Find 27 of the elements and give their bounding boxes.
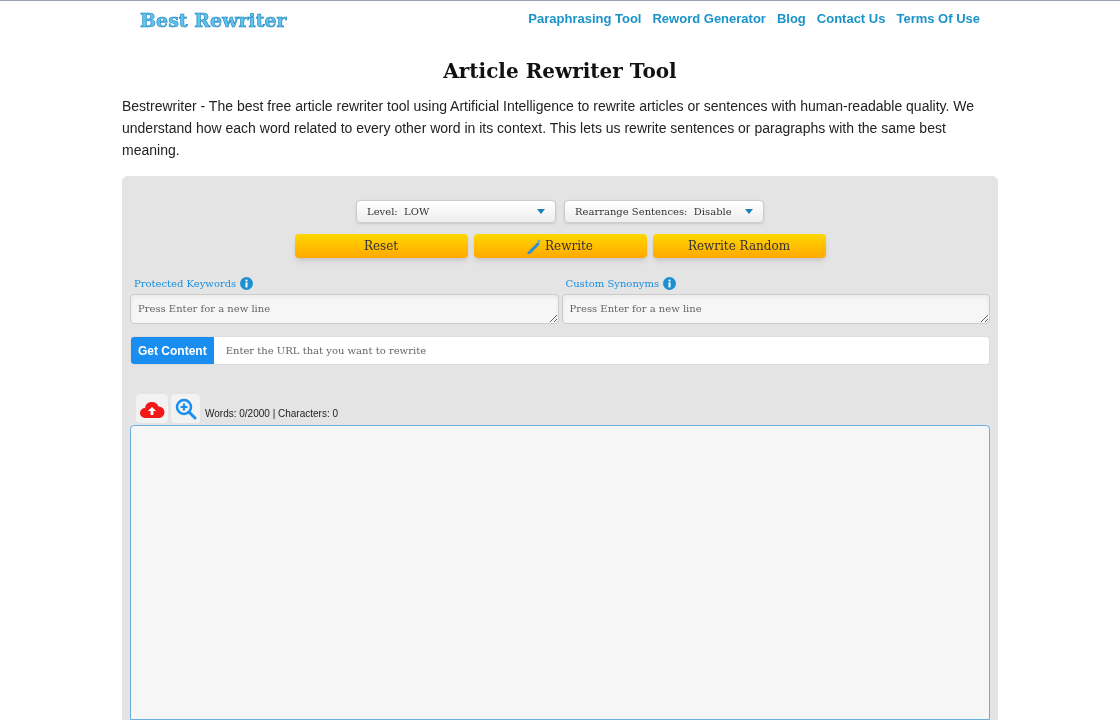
word-counter: Words: 0/2000 | Characters: 0 — [205, 407, 339, 421]
get-content-button[interactable]: Get Content — [131, 337, 214, 364]
field-label: Custom Synonyms — [565, 276, 990, 291]
info-icon[interactable] — [663, 277, 677, 290]
info-icon[interactable] — [240, 277, 254, 290]
nav-link[interactable]: Terms Of Use — [896, 9, 980, 29]
field-label: Protected Keywords — [134, 276, 559, 291]
nav-link[interactable]: Blog — [776, 9, 806, 29]
nav-link[interactable]: Reword Generator — [652, 9, 766, 29]
action-button[interactable]: Reset — [294, 234, 468, 258]
caret-icon — [537, 209, 545, 214]
action-button[interactable]: Rewrite — [473, 234, 647, 258]
zoom-button[interactable] — [171, 394, 200, 423]
page-title: Article Rewriter Tool — [442, 58, 678, 85]
dropdown-select[interactable]: Rearrange Sentences: Disable — [564, 200, 764, 223]
zoom-in-icon — [174, 397, 197, 420]
caret-icon — [745, 209, 753, 214]
site-logo[interactable]: Best Rewriter — [140, 11, 287, 30]
upload-button[interactable] — [136, 394, 168, 423]
nav-link[interactable]: Paraphrasing Tool — [528, 9, 642, 29]
intro-paragraph: Bestrewriter - The best free article rewriter tool using Artificial Intelligence to rewrite articles or sentences with human-readable quality. We understand how each word related to every other word in its context. This lets us rewrite sentences or paragraphs with the same best meaning. — [122, 97, 976, 160]
text-area[interactable]: Press Enter for a new line — [130, 294, 559, 324]
dropdown-select[interactable]: Level: LOW — [356, 200, 556, 223]
action-button[interactable]: Rewrite Random — [652, 234, 826, 258]
url-field[interactable]: Get Content Enter the URL that you want to rewrite — [130, 336, 990, 365]
text-area[interactable]: Press Enter for a new line — [561, 294, 990, 324]
nav-link[interactable]: Contact Us — [816, 9, 886, 29]
